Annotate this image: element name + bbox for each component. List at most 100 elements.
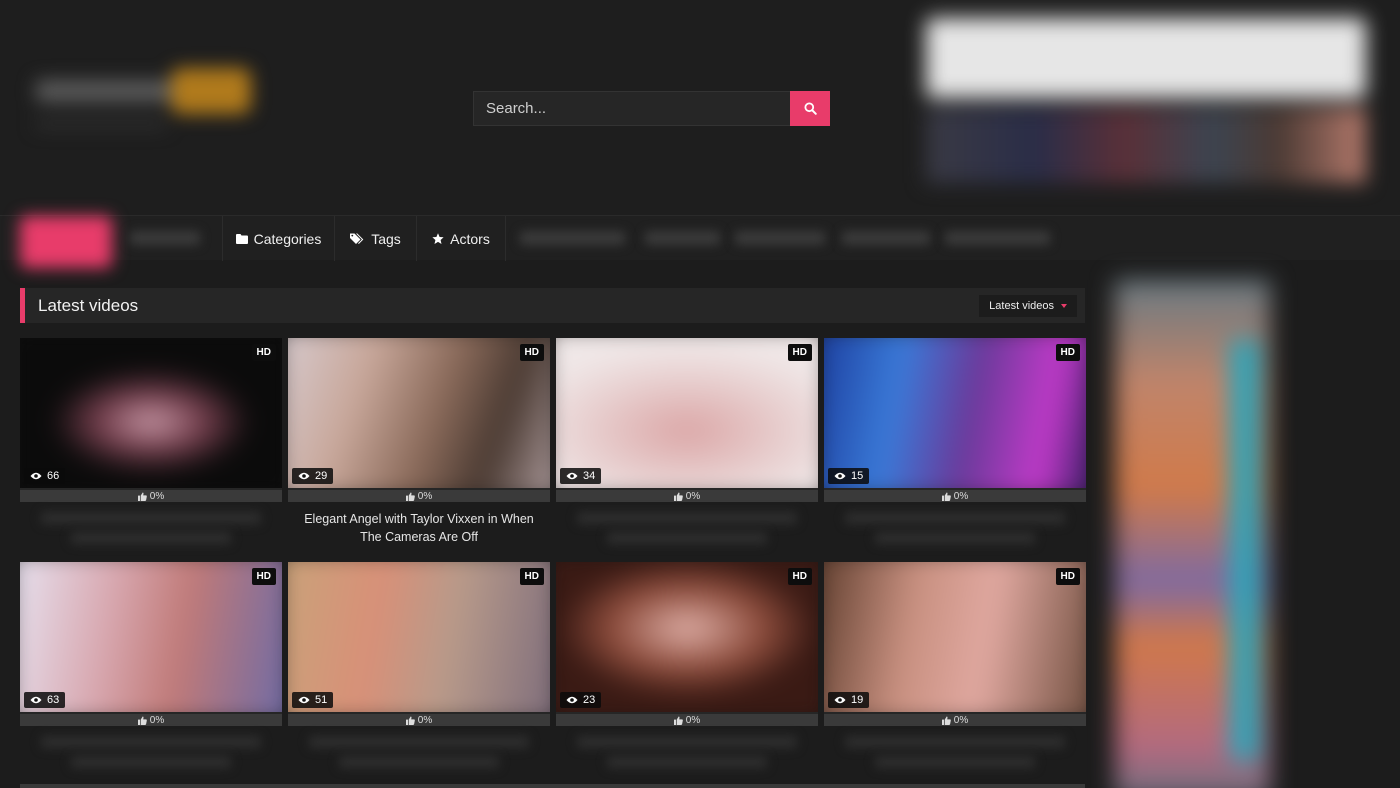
search-button[interactable]	[790, 91, 830, 126]
thumbs-up-icon	[405, 715, 415, 725]
sidebar-ad[interactable]	[1115, 280, 1270, 788]
nav-item-blurred[interactable]	[520, 231, 625, 245]
view-count: 51	[292, 692, 334, 708]
eye-icon	[566, 696, 578, 704]
hd-badge: HD	[519, 568, 544, 585]
video-title-blurred[interactable]	[71, 756, 231, 768]
video-thumbnail[interactable]: HD 34	[556, 338, 818, 488]
rating-value: 0%	[685, 714, 701, 726]
nav-item-blurred[interactable]	[945, 231, 1050, 245]
video-title-blurred[interactable]	[309, 736, 529, 748]
view-count: 23	[560, 692, 602, 708]
eye-icon	[834, 472, 846, 480]
video-title-blurred[interactable]	[875, 532, 1035, 544]
nav-item-actors[interactable]: Actors	[417, 216, 506, 261]
view-count-value: 15	[851, 470, 864, 482]
video-title-blurred[interactable]	[41, 512, 261, 524]
thumbs-up-icon	[673, 491, 683, 501]
video-title-blurred[interactable]	[845, 736, 1065, 748]
nav-item-blurred[interactable]	[645, 231, 720, 245]
nav-item-label: Actors	[450, 230, 490, 247]
site-logo[interactable]	[36, 62, 256, 128]
video-thumbnail[interactable]: HD 29	[288, 338, 550, 488]
main-nav: Categories Tags Actors	[0, 215, 1400, 268]
rating-bar: 0%	[556, 488, 818, 502]
next-row-edge	[20, 784, 1085, 788]
view-count: 34	[560, 468, 602, 484]
video-title-blurred[interactable]	[339, 756, 499, 768]
view-count-value: 34	[583, 470, 596, 482]
video-thumbnail[interactable]: HD 15	[824, 338, 1086, 488]
star-icon	[432, 232, 444, 244]
video-thumbnail[interactable]: HD 19	[824, 562, 1086, 712]
video-title-blurred[interactable]	[607, 756, 767, 768]
rating-bar: 0%	[288, 488, 550, 502]
search-icon	[803, 102, 817, 115]
thumbs-up-icon	[941, 491, 951, 501]
video-card[interactable]: HD 15 0%	[824, 338, 1086, 544]
video-card[interactable]: HD 63 0%	[20, 562, 282, 768]
section-title: Latest videos	[38, 295, 139, 315]
section-header: Latest videos Latest videos	[20, 288, 1085, 323]
sort-dropdown[interactable]: Latest videos	[979, 294, 1077, 317]
video-card[interactable]: HD 34 0%	[556, 338, 818, 544]
rating-value: 0%	[417, 490, 433, 502]
rating-bar: 0%	[824, 712, 1086, 726]
video-card[interactable]: HD 51 0%	[288, 562, 550, 768]
video-title-blurred[interactable]	[875, 756, 1035, 768]
rating-bar: 0%	[556, 712, 818, 726]
video-card[interactable]: HD 23 0%	[556, 562, 818, 768]
video-title-blurred[interactable]	[577, 736, 797, 748]
view-count: 63	[24, 692, 66, 708]
header-ad-banner[interactable]	[912, 8, 1382, 188]
caret-down-icon	[1061, 303, 1067, 308]
hd-badge: HD	[787, 344, 812, 361]
video-card[interactable]: HD 29 0% Elegant Angel with Taylor Vixxe…	[288, 338, 550, 546]
video-title-blurred[interactable]	[607, 532, 767, 544]
nav-home-button[interactable]	[20, 216, 112, 268]
view-count: 29	[292, 468, 334, 484]
thumbs-up-icon	[673, 715, 683, 725]
site-header	[0, 0, 1400, 215]
view-count-value: 63	[47, 694, 60, 706]
hd-badge: HD	[787, 568, 812, 585]
view-count-value: 23	[583, 694, 596, 706]
video-card[interactable]: HD 66 0%	[20, 338, 282, 544]
video-thumbnail[interactable]: HD 23	[556, 562, 818, 712]
rating-bar: 0%	[824, 488, 1086, 502]
nav-item-label: Categories	[253, 230, 322, 247]
rating-value: 0%	[953, 714, 969, 726]
search-input[interactable]	[473, 91, 790, 126]
hd-badge: HD	[1055, 568, 1080, 585]
nav-item-blurred[interactable]	[130, 231, 200, 245]
video-title-blurred[interactable]	[71, 532, 231, 544]
video-thumbnail[interactable]: HD 66	[20, 338, 282, 488]
hd-badge: HD	[519, 344, 544, 361]
tags-icon	[350, 233, 364, 244]
video-title-blurred[interactable]	[577, 512, 797, 524]
thumbs-up-icon	[405, 491, 415, 501]
thumbs-up-icon	[137, 491, 147, 501]
nav-item-blurred[interactable]	[735, 231, 825, 245]
view-count-value: 29	[315, 470, 328, 482]
view-count: 66	[24, 468, 66, 484]
video-thumbnail[interactable]: HD 51	[288, 562, 550, 712]
thumbs-up-icon	[941, 715, 951, 725]
eye-icon	[30, 696, 42, 704]
nav-item-blurred[interactable]	[842, 231, 930, 245]
video-thumbnail[interactable]: HD 63	[20, 562, 282, 712]
video-title[interactable]: Elegant Angel with Taylor Vixxen in When…	[288, 510, 550, 546]
nav-item-categories[interactable]: Categories	[222, 216, 335, 261]
view-count-value: 51	[315, 694, 328, 706]
video-title-blurred[interactable]	[845, 512, 1065, 524]
nav-item-tags[interactable]: Tags	[335, 216, 417, 261]
eye-icon	[298, 696, 310, 704]
rating-bar: 0%	[20, 488, 282, 502]
hd-badge: HD	[1055, 344, 1080, 361]
view-count-value: 66	[47, 470, 60, 482]
video-title-blurred[interactable]	[41, 736, 261, 748]
rating-value: 0%	[953, 490, 969, 502]
video-card[interactable]: HD 19 0%	[824, 562, 1086, 768]
hd-badge: HD	[251, 568, 276, 585]
eye-icon	[834, 696, 846, 704]
